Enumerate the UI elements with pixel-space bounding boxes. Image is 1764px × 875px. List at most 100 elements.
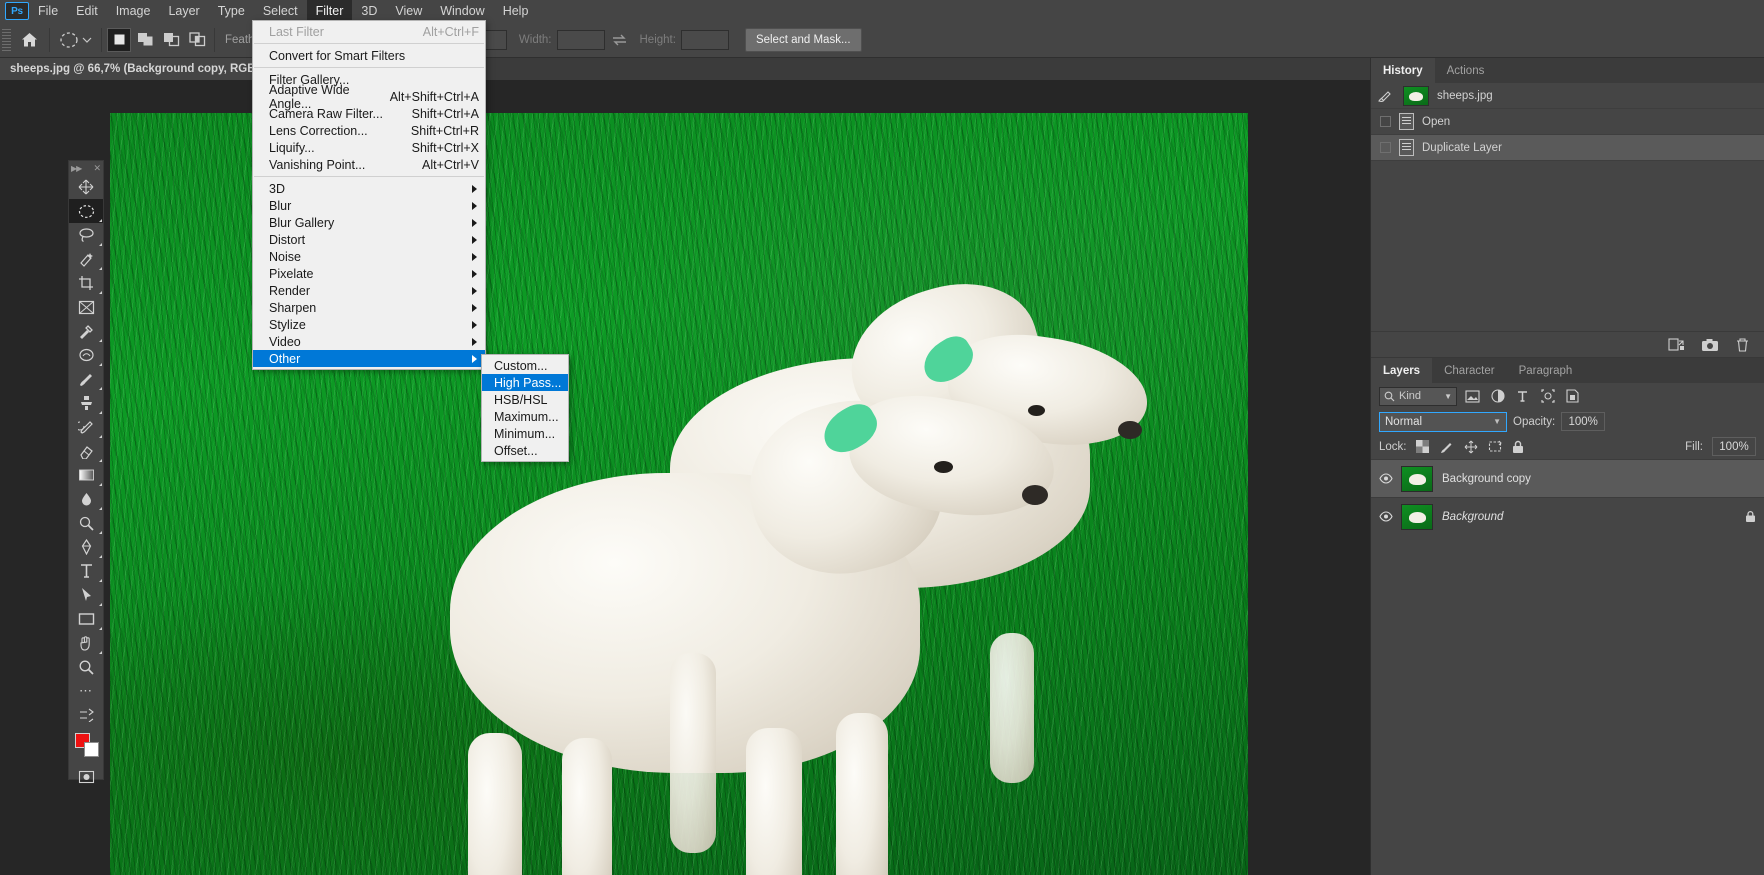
history-state-row[interactable]: Open [1371,109,1764,135]
menu-window[interactable]: Window [431,0,493,22]
lasso-tool[interactable] [69,223,103,247]
height-input[interactable] [680,29,729,50]
layer-visibility-icon[interactable] [1379,511,1393,522]
history-snapshot-row[interactable]: sheeps.jpg [1371,83,1764,109]
quick-mask-icon[interactable] [69,765,103,789]
layer-kind-filter[interactable]: Kind ▼ [1379,386,1457,406]
tab-paragraph[interactable]: Paragraph [1506,358,1585,383]
quick-selection-tool[interactable] [69,247,103,271]
new-selection-button[interactable] [107,27,131,52]
history-state-row[interactable]: Duplicate Layer [1371,135,1764,161]
menu-item-render[interactable]: Render [253,282,485,299]
menu-3d[interactable]: 3D [352,0,386,22]
spot-healing-brush-tool[interactable] [69,343,103,367]
menu-item-stylize[interactable]: Stylize [253,316,485,333]
zoom-tool[interactable] [69,655,103,679]
tab-history[interactable]: History [1371,58,1435,83]
menu-item-convert-for-smart-filters[interactable]: Convert for Smart Filters [253,47,485,64]
eraser-tool[interactable] [69,439,103,463]
blend-mode-select[interactable]: Normal ▼ [1379,411,1507,432]
hand-tool[interactable] [69,631,103,655]
filter-pixel-layers-icon[interactable] [1463,387,1482,406]
edit-toolbar-icon[interactable] [69,703,103,727]
filter-type-layers-icon[interactable] [1513,387,1532,406]
menu-item-blur-gallery[interactable]: Blur Gallery [253,214,485,231]
prevent-nesting-icon[interactable] [1488,440,1503,453]
menu-item-3d[interactable]: 3D [253,180,485,197]
menu-item-pixelate[interactable]: Pixelate [253,265,485,282]
chevron-down-icon[interactable]: ▼ [1493,417,1501,426]
filter-smart-objects-icon[interactable] [1563,387,1582,406]
menu-item-liquify[interactable]: Liquify... Shift+Ctrl+X [253,139,485,156]
menu-item-noise[interactable]: Noise [253,248,485,265]
create-snapshot-from-state-icon[interactable] [1668,337,1685,352]
menu-file[interactable]: File [29,0,67,22]
color-swatches[interactable] [69,731,103,761]
menu-select[interactable]: Select [254,0,307,22]
submenu-item-hsb-hsl[interactable]: HSB/HSL [482,391,568,408]
opacity-input[interactable]: 100% [1561,412,1606,431]
active-tool-preset[interactable] [55,27,96,53]
frame-tool[interactable] [69,295,103,319]
menu-layer[interactable]: Layer [159,0,208,22]
lock-position-icon[interactable] [1464,440,1479,454]
submenu-item-minimum[interactable]: Minimum... [482,425,568,442]
subtract-from-selection-button[interactable] [159,28,183,52]
select-and-mask-button[interactable]: Select and Mask... [744,27,862,52]
menu-item-other[interactable]: Other [253,350,485,367]
submenu-item-high-pass[interactable]: High Pass... [482,374,568,391]
add-to-selection-button[interactable] [133,28,157,52]
history-brush-source-icon[interactable] [1377,89,1395,103]
move-tool[interactable] [69,175,103,199]
crop-tool[interactable] [69,271,103,295]
fill-input[interactable]: 100% [1712,437,1756,456]
tab-character[interactable]: Character [1432,358,1507,383]
menu-item-last-filter[interactable]: Last Filter Alt+Ctrl+F [253,23,485,40]
width-input[interactable] [556,29,605,50]
menu-item-blur[interactable]: Blur [253,197,485,214]
menu-help[interactable]: Help [494,0,538,22]
menu-type[interactable]: Type [209,0,254,22]
menu-view[interactable]: View [386,0,431,22]
elliptical-marquee-tool[interactable] [69,199,103,223]
filter-adjustment-layers-icon[interactable] [1488,387,1507,406]
history-brush-toggle[interactable] [1380,142,1391,153]
eyedropper-tool[interactable] [69,319,103,343]
home-icon[interactable] [14,27,44,53]
collapse-dots-icon[interactable]: ▶▶ [71,164,82,173]
swap-arrows-icon[interactable] [605,27,635,53]
close-icon[interactable]: ✕ [93,163,101,174]
canvas-area[interactable] [0,80,1370,875]
clone-stamp-tool[interactable] [69,391,103,415]
menu-item-vanishing-point[interactable]: Vanishing Point... Alt+Ctrl+V [253,156,485,173]
delete-state-icon[interactable] [1735,337,1750,353]
submenu-item-offset[interactable]: Offset... [482,442,568,459]
pen-tool[interactable] [69,535,103,559]
layer-visibility-icon[interactable] [1379,473,1393,484]
menu-edit[interactable]: Edit [67,0,107,22]
path-selection-tool[interactable] [69,583,103,607]
history-brush-tool[interactable] [69,415,103,439]
gradient-tool[interactable] [69,463,103,487]
brush-tool[interactable] [69,367,103,391]
menu-item-lens-correction[interactable]: Lens Correction... Shift+Ctrl+R [253,122,485,139]
menu-item-camera-raw-filter[interactable]: Camera Raw Filter... Shift+Ctrl+A [253,105,485,122]
submenu-item-maximum[interactable]: Maximum... [482,408,568,425]
menu-item-sharpen[interactable]: Sharpen [253,299,485,316]
tools-panel-header[interactable]: ▶▶ ✕ [69,161,103,175]
layer-row[interactable]: Background [1371,497,1764,535]
blur-tool[interactable] [69,487,103,511]
lock-transparent-pixels-icon[interactable] [1415,440,1431,453]
menu-filter[interactable]: Filter [306,0,353,22]
menu-image[interactable]: Image [107,0,160,22]
history-brush-toggle[interactable] [1380,116,1391,127]
background-color-swatch[interactable] [84,742,99,757]
tab-actions[interactable]: Actions [1434,58,1497,83]
lock-image-pixels-icon[interactable] [1440,440,1455,454]
tab-layers[interactable]: Layers [1371,358,1433,383]
lock-all-icon[interactable] [1512,440,1527,454]
camera-snapshot-icon[interactable] [1701,338,1719,352]
options-bar-grip[interactable] [2,28,11,51]
filter-shape-layers-icon[interactable] [1538,387,1557,406]
more-tools-icon[interactable]: ⋯ [69,679,103,703]
